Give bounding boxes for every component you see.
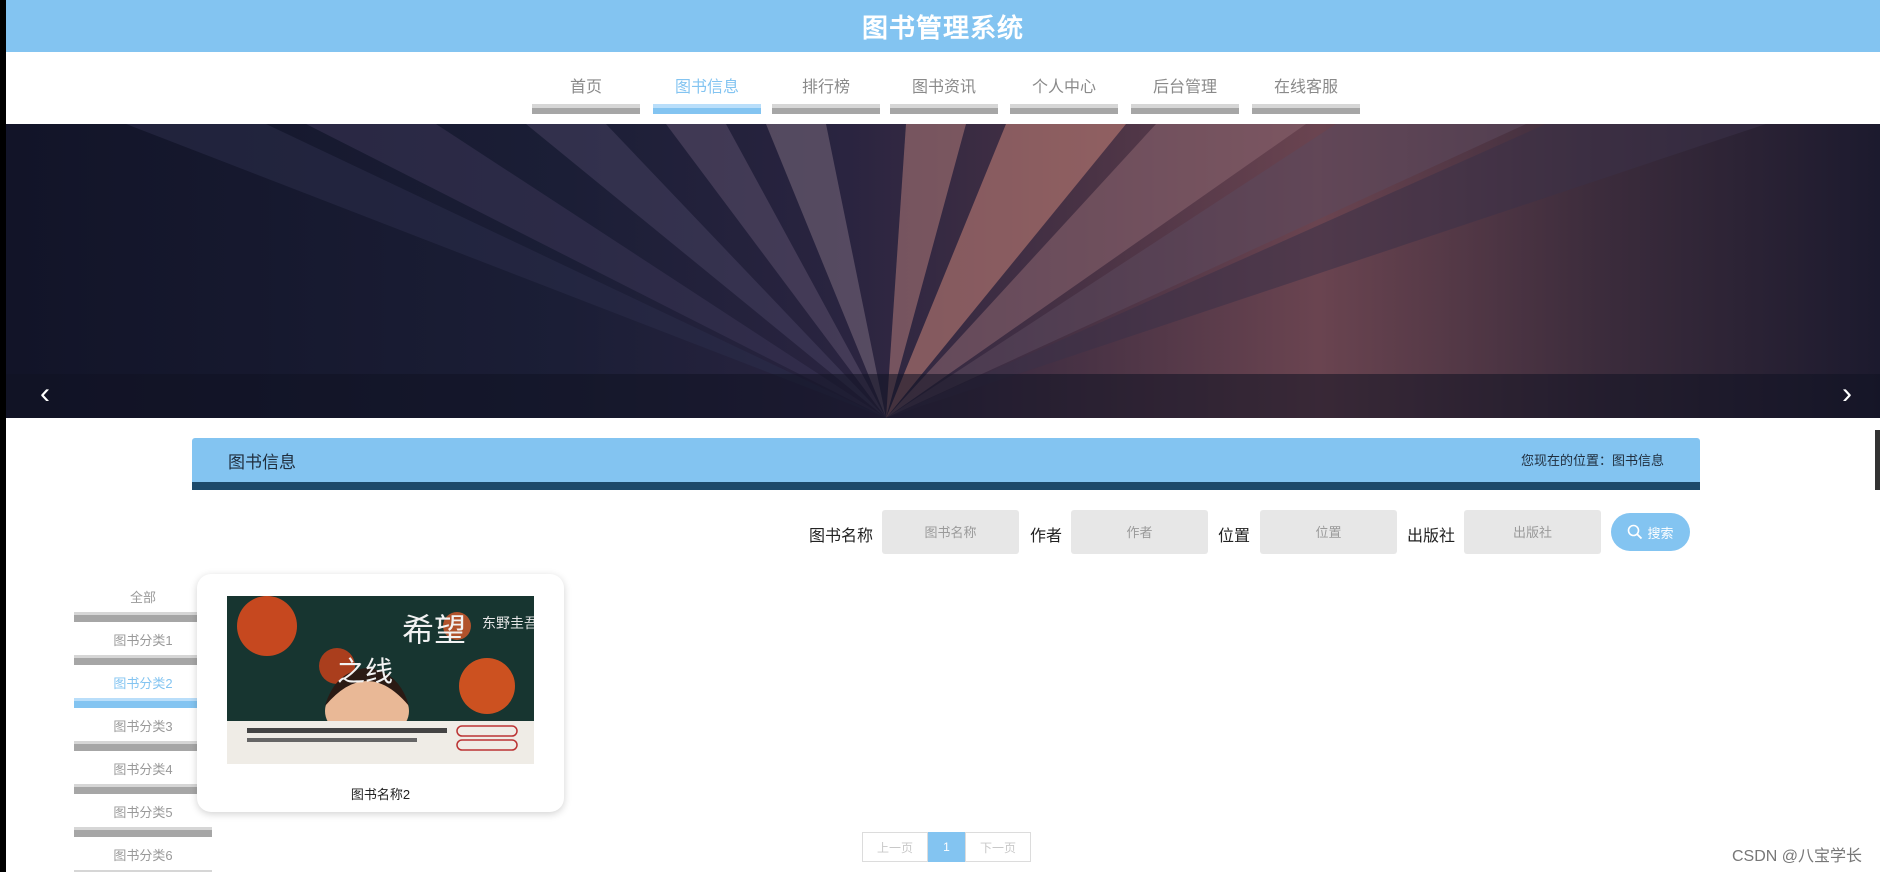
nav-item-home[interactable]: 首页 (532, 52, 640, 114)
book-name-label: 图书名称 (809, 528, 874, 545)
author-label: 作者 (1030, 528, 1063, 545)
nav-item-ranking[interactable]: 排行榜 (772, 52, 880, 114)
nav-label: 首页 (569, 79, 602, 96)
nav-item-book-info[interactable]: 图书信息 (653, 52, 761, 114)
category-3[interactable]: 图书分类3 (74, 708, 212, 751)
book-name-input[interactable] (882, 510, 1019, 554)
banner-carousel[interactable]: ‹ › (6, 124, 1880, 418)
nav-item-online-service[interactable]: 在线客服 (1252, 52, 1360, 114)
chevron-right-icon[interactable]: › (1832, 374, 1862, 414)
book-cover-image: 希望 之线 东野圭吾 (227, 596, 534, 764)
location-label: 位置 (1218, 528, 1251, 545)
search-icon (1628, 524, 1643, 540)
book-name: 图书名称2 (350, 787, 411, 802)
search-button-label: 搜索 (1647, 525, 1674, 541)
category-label: 图书分类2 (113, 676, 173, 691)
category-label: 图书分类4 (113, 762, 173, 777)
category-all[interactable]: 全部 (74, 579, 212, 622)
site-title: 图书管理系统 (861, 12, 1024, 43)
nav-label: 后台管理 (1152, 79, 1217, 96)
pagination: 上一页 1 下一页 (862, 832, 1031, 862)
category-5[interactable]: 图书分类5 (74, 794, 212, 837)
category-label: 全部 (129, 590, 156, 605)
nav-item-admin[interactable]: 后台管理 (1131, 52, 1239, 114)
search-bar: 图书名称 作者 位置 出版社 搜索 (0, 510, 1880, 554)
category-label: 图书分类3 (113, 719, 173, 734)
category-2[interactable]: 图书分类2 (74, 665, 212, 708)
section-header: 图书信息 您现在的位置：图书信息 (192, 438, 1700, 490)
cover-author-text: 东野圭吾 (482, 616, 534, 632)
scrollbar-thumb[interactable] (1875, 430, 1880, 490)
breadcrumb: 您现在的位置：图书信息 (1520, 453, 1664, 468)
category-4[interactable]: 图书分类4 (74, 751, 212, 794)
cover-title-text: 希望 (402, 611, 466, 649)
nav-label: 图书资讯 (911, 79, 976, 96)
nav-label: 在线客服 (1273, 79, 1338, 96)
publisher-input[interactable] (1464, 510, 1601, 554)
nav-label: 图书信息 (674, 79, 739, 96)
search-button[interactable]: 搜索 (1611, 513, 1690, 551)
publisher-label: 出版社 (1407, 528, 1456, 545)
banner-image (6, 124, 1880, 418)
chevron-left-icon[interactable]: ‹ (30, 374, 60, 414)
cover-title-text: 之线 (337, 655, 393, 688)
nav-label: 排行榜 (801, 79, 850, 96)
nav-item-book-news[interactable]: 图书资讯 (890, 52, 998, 114)
category-label: 图书分类6 (113, 848, 173, 863)
section-title: 图书信息 (228, 453, 296, 472)
category-1[interactable]: 图书分类1 (74, 622, 212, 665)
category-label: 图书分类5 (113, 805, 173, 820)
next-page-button[interactable]: 下一页 (965, 832, 1031, 862)
category-label: 图书分类1 (113, 633, 173, 648)
book-card[interactable]: 希望 之线 东野圭吾 图书名称2 (197, 574, 564, 812)
prev-page-button[interactable]: 上一页 (862, 832, 928, 862)
watermark: CSDN @八宝学长 (1731, 848, 1862, 865)
nav-label: 个人中心 (1031, 79, 1096, 96)
site-header: 图书管理系统 (6, 0, 1880, 52)
author-input[interactable] (1071, 510, 1208, 554)
category-6[interactable]: 图书分类6 (74, 837, 212, 872)
main-nav: 首页 图书信息 排行榜 图书资讯 个人中心 后台管理 在线客服 (6, 52, 1880, 124)
page-number-button[interactable]: 1 (928, 832, 965, 862)
location-input[interactable] (1260, 510, 1397, 554)
nav-item-personal-center[interactable]: 个人中心 (1010, 52, 1118, 114)
